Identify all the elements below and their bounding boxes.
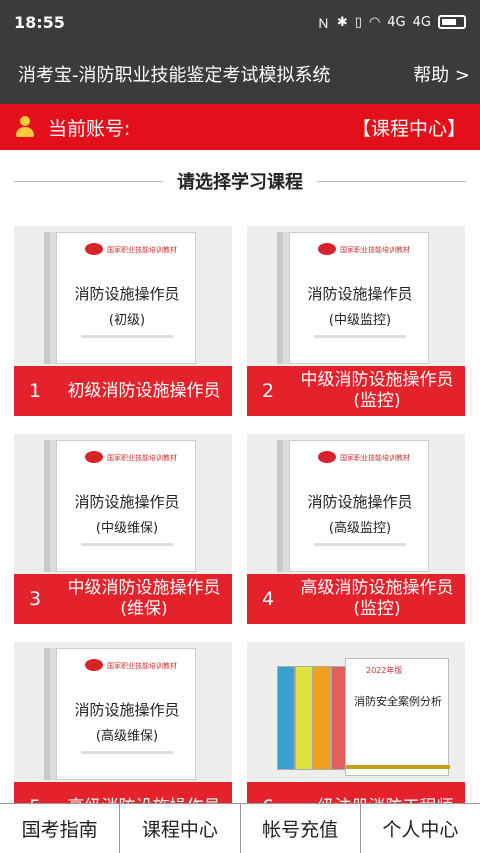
status-icons: Ｎ ✱ ▯ ◠ 4G 4G — [317, 13, 466, 32]
user-icon — [14, 115, 36, 139]
book-title: 消防设施操作员 — [74, 285, 180, 303]
nav-exam-guide[interactable]: 国考指南 — [0, 804, 121, 853]
book-title: 消防设施操作员 — [74, 493, 180, 511]
course-center-link[interactable]: 【课程中心】 — [352, 114, 466, 141]
book-level: (高级维保) — [95, 729, 159, 744]
book-title: 消防设施操作员 — [74, 701, 180, 719]
course-name: 中级消防设施操作员(监控) — [300, 370, 454, 411]
course-label: 1 初级消防设施操作员 — [14, 366, 232, 416]
nfc-icon: Ｎ — [316, 16, 330, 32]
wifi-icon: ◠ — [368, 14, 381, 30]
book-year: 2022年版 — [366, 666, 403, 675]
book-title: 消防设施操作员 — [307, 285, 413, 303]
vibrate-icon: ▯ — [354, 14, 362, 30]
signal-icon: 4G — [387, 14, 406, 30]
signal-icon: 4G — [412, 14, 431, 30]
nav-course-center[interactable]: 课程中心 — [120, 804, 241, 853]
course-name: 初级消防设施操作员 — [67, 380, 221, 401]
book-title: 消防安全案例分析 — [354, 695, 442, 708]
account-label: 当前账号: — [48, 117, 131, 140]
section-header: 请选择学习课程 — [0, 166, 480, 196]
course-name: 高级消防设施操作员(监控) — [300, 578, 454, 619]
account-bar: 当前账号: 【课程中心】 — [0, 104, 480, 150]
book-cover-image: 国家职业技能培训教材 消防设施操作员 (中级监控) — [289, 232, 429, 364]
course-number: 2 — [261, 380, 275, 402]
course-label: 2 中级消防设施操作员(监控) — [247, 366, 465, 416]
course-card-3[interactable]: 国家职业技能培训教材 消防设施操作员 (中级维保) 3 中级消防设施操作员(维保… — [14, 434, 232, 624]
course-label: 3 中级消防设施操作员(维保) — [14, 574, 232, 624]
help-link[interactable]: 帮助 > — [413, 61, 470, 87]
course-card-4[interactable]: 国家职业技能培训教材 消防设施操作员 (高级监控) 4 高级消防设施操作员(监控… — [247, 434, 465, 624]
status-time: 18:55 — [14, 12, 65, 32]
book-cover-image: 国家职业技能培训教材 消防设施操作员 (中级维保) — [56, 440, 196, 572]
divider — [317, 180, 466, 182]
book-level: (高级监控) — [328, 521, 392, 536]
section-title: 请选择学习课程 — [177, 172, 303, 193]
course-name: 中级消防设施操作员(维保) — [67, 578, 221, 619]
book-set-image: 2022年版 消防安全案例分析 — [267, 656, 450, 778]
book-level: (中级监控) — [328, 313, 392, 328]
battery-icon — [438, 15, 466, 29]
bottom-nav: 国考指南 课程中心 帐号充值 个人中心 — [0, 803, 480, 853]
app-header: 消考宝-消防职业技能鉴定考试模拟系统 帮助 > — [0, 44, 480, 104]
course-card-2[interactable]: 国家职业技能培训教材 消防设施操作员 (中级监控) 2 中级消防设施操作员(监控… — [247, 226, 465, 416]
course-number: 3 — [28, 588, 42, 610]
course-label: 4 高级消防设施操作员(监控) — [247, 574, 465, 624]
page-title: 消考宝-消防职业技能鉴定考试模拟系统 — [18, 65, 331, 86]
book-cover-image: 国家职业技能培训教材 消防设施操作员 (高级维保) — [56, 648, 196, 780]
course-number: 4 — [261, 588, 275, 610]
nav-personal-center[interactable]: 个人中心 — [361, 804, 480, 853]
book-level: (中级维保) — [95, 521, 159, 536]
course-number: 1 — [28, 380, 42, 402]
book-cover-image: 国家职业技能培训教材 消防设施操作员 (高级监控) — [289, 440, 429, 572]
nav-account-recharge[interactable]: 帐号充值 — [241, 804, 361, 853]
course-card-1[interactable]: 国家职业技能培训教材 消防设施操作员 (初级) 1 初级消防设施操作员 — [14, 226, 232, 416]
status-bar: 18:55 Ｎ ✱ ▯ ◠ 4G 4G — [0, 0, 480, 44]
book-cover-image: 国家职业技能培训教材 消防设施操作员 (初级) — [56, 232, 196, 364]
bluetooth-muted-icon: ✱ — [336, 14, 348, 30]
book-title: 消防设施操作员 — [307, 493, 413, 511]
divider — [14, 180, 163, 182]
book-level: (初级) — [108, 313, 146, 328]
